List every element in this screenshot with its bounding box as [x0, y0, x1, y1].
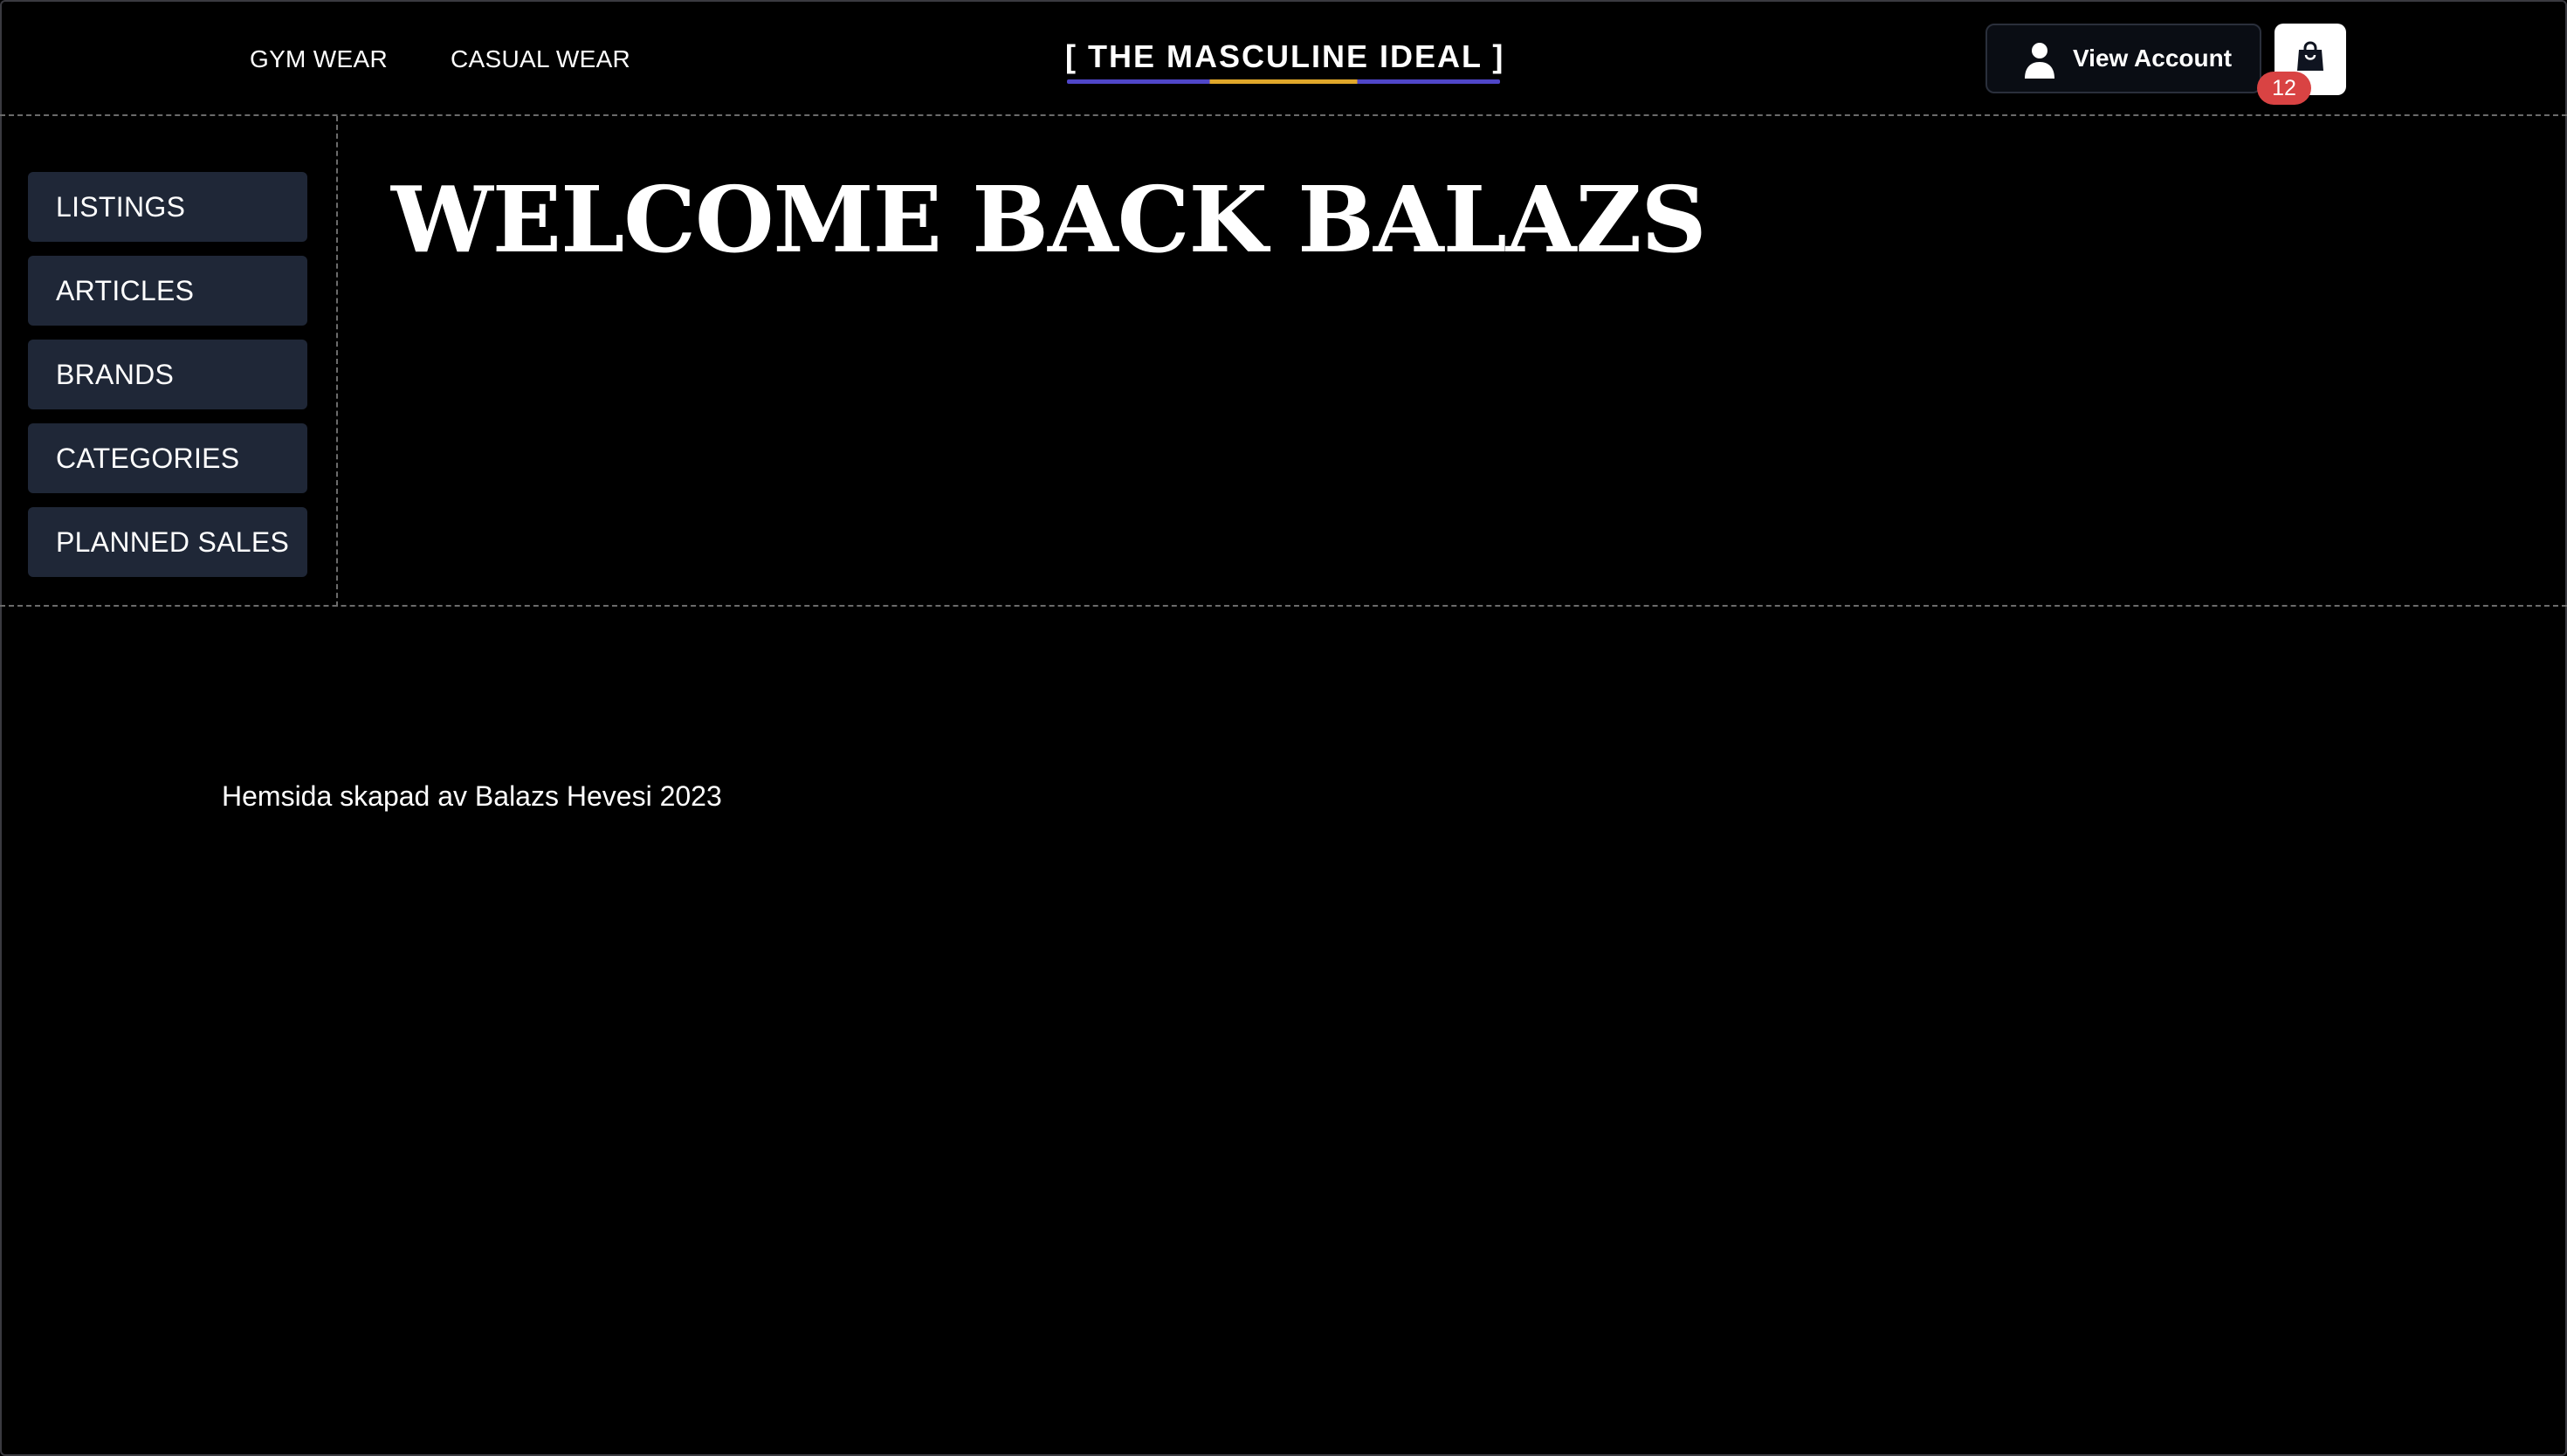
logo-underline — [1067, 79, 1500, 84]
footer-credit: Hemsida skapad av Balazs Hevesi 2023 — [222, 780, 722, 812]
top-header: GYM WEAR CASUAL WEAR [ THE MASCULINE IDE… — [0, 0, 2567, 116]
nav-link-casual-wear[interactable]: CASUAL WEAR — [451, 45, 630, 73]
cart-count-badge: 12 — [2257, 72, 2311, 105]
content-divider — [0, 605, 2567, 607]
sidebar-item-brands[interactable]: BRANDS — [28, 340, 307, 409]
view-account-button[interactable]: View Account — [1985, 24, 2261, 93]
welcome-heading: WELCOME BACK BALAZS — [391, 166, 1707, 273]
shopping-bag-icon — [2297, 41, 2323, 71]
admin-sidebar: LISTINGS ARTICLES BRANDS CATEGORIES PLAN… — [0, 116, 338, 607]
sidebar-item-planned-sales[interactable]: PLANNED SALES — [28, 507, 307, 577]
nav-link-gym-wear[interactable]: GYM WEAR — [250, 45, 388, 73]
view-account-label: View Account — [2073, 45, 2233, 72]
user-icon — [2025, 43, 2054, 79]
sidebar-item-articles[interactable]: ARTICLES — [28, 256, 307, 326]
sidebar-item-listings[interactable]: LISTINGS — [28, 172, 307, 242]
site-logo[interactable]: [ THE MASCULINE IDEAL ] — [1065, 38, 1504, 86]
sidebar-item-categories[interactable]: CATEGORIES — [28, 423, 307, 493]
